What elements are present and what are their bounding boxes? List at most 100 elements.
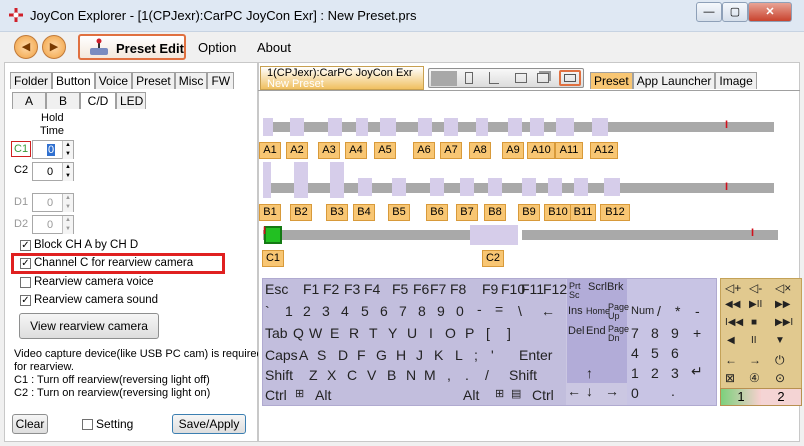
key-1[interactable]: 1 (285, 303, 293, 319)
track-b-segment[interactable] (522, 178, 536, 196)
key-f9[interactable]: F9 (482, 281, 498, 297)
key-minus[interactable]: - (477, 301, 482, 317)
key-l[interactable]: L (455, 347, 463, 363)
stop-icon[interactable]: ■ (751, 317, 757, 328)
key-n[interactable]: N (406, 367, 416, 383)
channel-b3[interactable]: B3 (326, 204, 348, 221)
key-f[interactable]: F (357, 347, 366, 363)
key-num-4[interactable]: 4 (631, 345, 639, 361)
key-0[interactable]: 0 (456, 303, 464, 319)
channel-b11[interactable]: B11 (570, 204, 596, 221)
arrow-right-icon[interactable]: → (749, 353, 761, 367)
d2-stepper[interactable]: 0 ▲ ▼ (32, 215, 74, 234)
key-ctrl-right[interactable]: Ctrl (532, 387, 554, 403)
track-b-segment[interactable] (430, 178, 444, 196)
subtab-led[interactable]: LED (116, 92, 146, 109)
key-caps[interactable]: Caps (265, 347, 298, 363)
key-s[interactable]: S (317, 347, 326, 363)
key-alt-left[interactable]: Alt (315, 387, 331, 403)
channel-a3[interactable]: A3 (318, 142, 340, 159)
track-b-segment[interactable] (460, 178, 474, 196)
key-num-multiply[interactable]: * (675, 303, 680, 319)
key-equals[interactable]: = (495, 301, 503, 317)
key-9[interactable]: 9 (437, 303, 445, 319)
key-backtick[interactable]: ` (265, 303, 270, 319)
key-backspace[interactable]: ← (541, 303, 555, 319)
key-q[interactable]: Q (293, 325, 304, 341)
key-8[interactable]: 8 (418, 303, 426, 319)
key-f12[interactable]: F12 (543, 281, 567, 297)
key-f5[interactable]: F5 (392, 281, 408, 297)
channel-a10[interactable]: A10 (527, 142, 555, 159)
key-v[interactable]: V (367, 367, 376, 383)
key-backslash[interactable]: \ (518, 303, 522, 319)
key-k[interactable]: K (434, 347, 443, 363)
play-pause-icon[interactable]: ▶II (749, 299, 762, 310)
channel-b2[interactable]: B2 (290, 204, 312, 221)
key-end[interactable]: End (586, 326, 606, 337)
track-c-segment[interactable] (470, 225, 518, 245)
minimize-button[interactable]: — (696, 2, 722, 22)
track-a-end-marker[interactable]: I (722, 118, 731, 134)
key-f8[interactable]: F8 (450, 281, 466, 297)
channel-c1[interactable]: C1 (262, 250, 284, 267)
previous-track-icon[interactable]: I◀◀ (725, 317, 743, 328)
key-3[interactable]: 3 (322, 303, 330, 319)
track-a-segment[interactable] (328, 118, 342, 136)
channel-b1[interactable]: B1 (259, 204, 281, 221)
tab-voice[interactable]: Voice (94, 72, 133, 89)
key-home[interactable]: Home (586, 307, 610, 316)
key-alt-right[interactable]: Alt (463, 387, 479, 403)
mute-icon[interactable]: ◁× (775, 281, 791, 295)
track-a-segment[interactable] (444, 118, 458, 136)
key-arrow-up[interactable]: ↑ (586, 365, 593, 381)
key-ins[interactable]: Ins (568, 306, 583, 317)
track-b-segment[interactable] (604, 178, 620, 196)
key-del[interactable]: Del (568, 326, 585, 337)
sleep-icon[interactable]: ⊙ (775, 371, 785, 385)
key-z[interactable]: Z (309, 367, 318, 383)
key-num-5[interactable]: 5 (651, 345, 659, 361)
key-page-down[interactable]: Page Dn (608, 325, 629, 343)
key-u[interactable]: U (407, 325, 417, 341)
key-b[interactable]: B (387, 367, 396, 383)
key-d[interactable]: D (338, 347, 348, 363)
track-c-end-marker[interactable]: I (748, 226, 757, 242)
key-num-7[interactable]: 7 (631, 325, 639, 341)
page-1-tab[interactable]: 1 (721, 389, 761, 405)
tab-folder[interactable]: Folder (10, 72, 53, 89)
tab-button[interactable]: Button (52, 72, 95, 89)
key-semicolon[interactable]: ; (474, 347, 478, 363)
key-num-1[interactable]: 1 (631, 365, 639, 381)
channel-b6[interactable]: B6 (426, 204, 448, 221)
track-a-segment[interactable] (556, 118, 574, 136)
channel-a6[interactable]: A6 (413, 142, 435, 159)
key-i[interactable]: I (429, 325, 433, 341)
key-a[interactable]: A (299, 347, 308, 363)
track-a-segment[interactable] (290, 118, 304, 136)
window-icon[interactable] (515, 73, 527, 83)
number-four-icon[interactable]: ④ (749, 371, 760, 385)
key-j[interactable]: J (416, 347, 423, 363)
toolbar-blank-button[interactable] (431, 71, 457, 86)
key-6[interactable]: 6 (380, 303, 388, 319)
forward-button[interactable]: ▶ (42, 35, 66, 59)
full-screen-icon[interactable] (559, 70, 581, 86)
channel-a4[interactable]: A4 (345, 142, 367, 159)
rewind-icon[interactable]: ◀◀ (725, 299, 740, 310)
arrow-left-icon[interactable]: ← (725, 353, 737, 367)
tab-preset[interactable]: Preset (132, 72, 175, 89)
setting-checkbox[interactable]: Setting (82, 417, 133, 431)
power-icon[interactable]: ⏻ (775, 353, 785, 368)
key-period[interactable]: . (465, 367, 469, 383)
key-f6[interactable]: F6 (413, 281, 429, 297)
key-y[interactable]: Y (388, 325, 397, 341)
key-4[interactable]: 4 (341, 303, 349, 319)
key-f4[interactable]: F4 (364, 281, 380, 297)
track-b-segment[interactable] (488, 178, 502, 196)
track-b-segment[interactable] (263, 162, 271, 198)
track-c-start-marker[interactable]: I (260, 224, 269, 240)
key-page-up[interactable]: Page Up (608, 303, 629, 321)
volume-down-icon[interactable]: ◁- (749, 281, 762, 295)
clear-button[interactable]: Clear (12, 414, 48, 434)
